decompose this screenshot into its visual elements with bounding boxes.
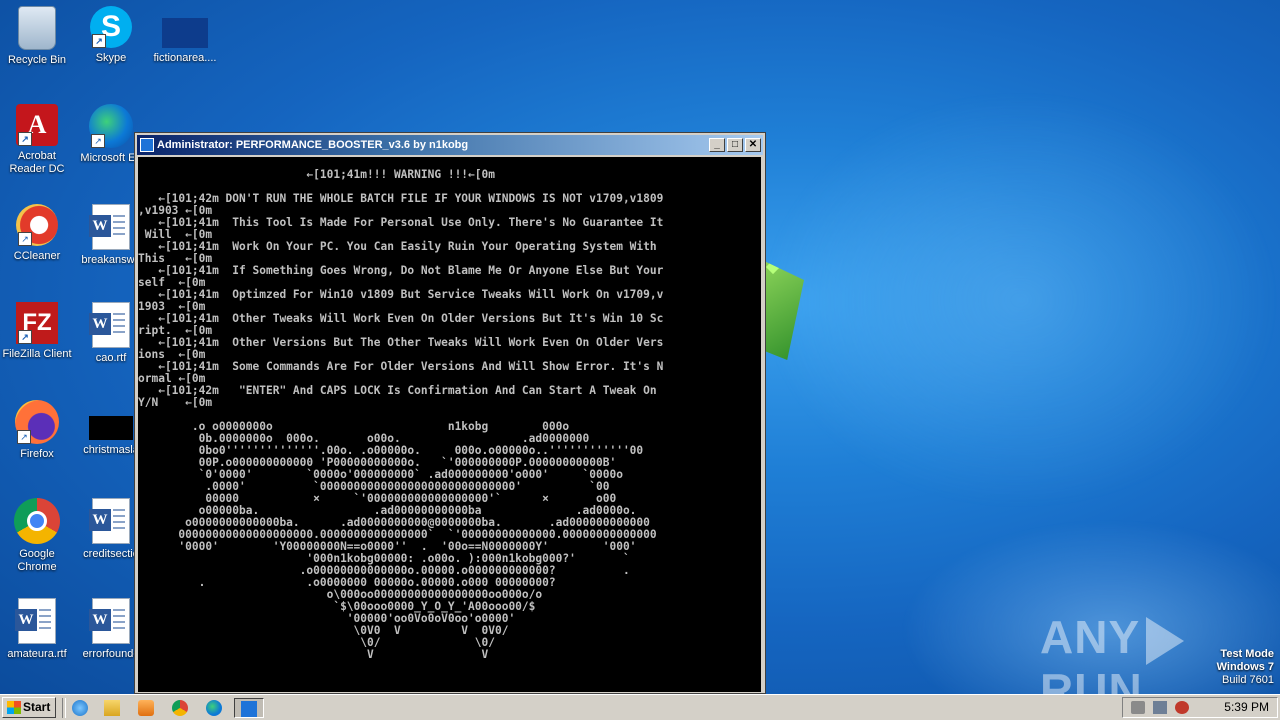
desktop-icon-label: Firefox — [20, 448, 54, 460]
desktop-icon-firefox[interactable]: ↗ Firefox — [0, 400, 74, 461]
start-label: Start — [23, 700, 51, 714]
edge-icon — [206, 700, 222, 716]
desktop-icon-label: Skype — [95, 52, 127, 64]
wallpaper-glow — [760, 90, 1280, 510]
console-app-icon — [140, 138, 154, 152]
console-text: ←[101;41m!!! WARNING !!!←[0m ←[101;42m D… — [138, 168, 664, 661]
ccleaner-icon: ↗ — [16, 204, 58, 246]
recycle-bin-icon — [18, 6, 56, 50]
taskbar-edge-button[interactable] — [202, 698, 226, 718]
taskbar: Start 5:39 PM — [0, 694, 1280, 720]
desktop-icon-amateura[interactable]: W amateura.rtf — [0, 598, 74, 661]
edge-icon: ↗ — [89, 104, 133, 148]
desktop-icon-skype[interactable]: S ↗ Skype — [74, 6, 148, 65]
clock[interactable]: 5:39 PM — [1224, 698, 1269, 717]
action-center-icon[interactable] — [1175, 701, 1189, 714]
desktop-icon-recycle-bin[interactable]: Recycle Bin — [0, 6, 74, 67]
windows-version-label: Windows 7 — [1216, 661, 1274, 673]
console-window[interactable]: Administrator: PERFORMANCE_BOOSTER_v3.6 … — [134, 132, 766, 694]
filezilla-icon: FZ ↗ — [16, 302, 58, 344]
console-app-icon — [241, 701, 257, 717]
desktop-icon-chrome[interactable]: Google Chrome — [0, 498, 74, 574]
acrobat-reader-icon: A ↗ — [16, 104, 58, 146]
shortcut-arrow-icon: ↗ — [17, 430, 31, 444]
desktop-icon-ccleaner[interactable]: ↗ CCleaner — [0, 204, 74, 263]
shortcut-arrow-icon: ↗ — [92, 34, 106, 48]
window-titlebar[interactable]: Administrator: PERFORMANCE_BOOSTER_v3.6 … — [137, 135, 763, 155]
test-mode-label: Test Mode — [1220, 648, 1274, 660]
desktop-icon-label: amateura.rtf — [7, 648, 67, 660]
skype-icon: S ↗ — [90, 6, 132, 48]
network-icon[interactable] — [1153, 701, 1167, 714]
chrome-icon — [172, 700, 188, 716]
taskbar-chrome-button[interactable] — [168, 698, 192, 718]
desktop-icon-label: Google Chrome — [17, 548, 57, 573]
shortcut-arrow-icon: ↗ — [18, 232, 32, 246]
word-document-icon: W — [89, 302, 130, 348]
minimize-button[interactable]: _ — [709, 138, 725, 152]
os-info: Test Mode Windows 7 Build 7601 — [1217, 648, 1274, 687]
start-button[interactable]: Start — [2, 697, 56, 718]
shortcut-arrow-icon: ↗ — [91, 134, 105, 148]
file-thumbnail-icon — [89, 416, 133, 440]
chrome-icon — [14, 498, 60, 544]
internet-explorer-icon — [72, 700, 88, 716]
volume-icon[interactable] — [1131, 701, 1145, 714]
desktop-icon-fictionarea[interactable]: fictionarea.... — [148, 6, 222, 65]
desktop: Recycle Bin A ↗ Acrobat Reader DC ↗ CClea… — [0, 0, 1280, 694]
firefox-icon: ↗ — [15, 400, 59, 444]
desktop-icon-label: FileZilla Client — [2, 348, 72, 360]
desktop-icon-label: fictionarea.... — [153, 52, 217, 64]
maximize-button[interactable]: □ — [727, 138, 743, 152]
window-title: Administrator: PERFORMANCE_BOOSTER_v3.6 … — [157, 139, 469, 151]
taskbar-ie-button[interactable] — [68, 698, 92, 718]
system-tray: 5:39 PM — [1122, 697, 1278, 718]
console-output[interactable]: ←[101;41m!!! WARNING !!!←[0m ←[101;42m D… — [138, 157, 761, 692]
taskbar-media-player-button[interactable] — [134, 698, 158, 718]
file-thumbnail-icon — [162, 18, 208, 48]
windows-logo-icon — [7, 701, 21, 714]
build-label: Build 7601 — [1222, 674, 1274, 686]
word-document-icon: W — [89, 498, 130, 544]
taskbar-separator — [62, 698, 66, 718]
word-document-icon: W — [89, 598, 130, 644]
shortcut-arrow-icon: ↗ — [18, 330, 32, 344]
desktop-icon-label: Recycle Bin — [7, 54, 67, 66]
desktop-icon-filezilla[interactable]: FZ ↗ FileZilla Client — [0, 302, 74, 361]
shortcut-arrow-icon: ↗ — [18, 132, 32, 146]
desktop-icon-label: CCleaner — [13, 250, 61, 262]
folder-icon — [104, 700, 120, 716]
media-player-icon — [138, 700, 154, 716]
word-document-icon: W — [89, 204, 130, 250]
desktop-icon-label: Acrobat Reader DC — [9, 150, 65, 175]
desktop-icon-acrobat[interactable]: A ↗ Acrobat Reader DC — [0, 104, 74, 176]
taskbar-explorer-button[interactable] — [100, 698, 124, 718]
taskbar-console-button[interactable] — [234, 698, 264, 718]
play-icon — [1146, 616, 1185, 665]
word-document-icon: W — [15, 598, 56, 644]
close-button[interactable]: ✕ — [745, 138, 761, 152]
